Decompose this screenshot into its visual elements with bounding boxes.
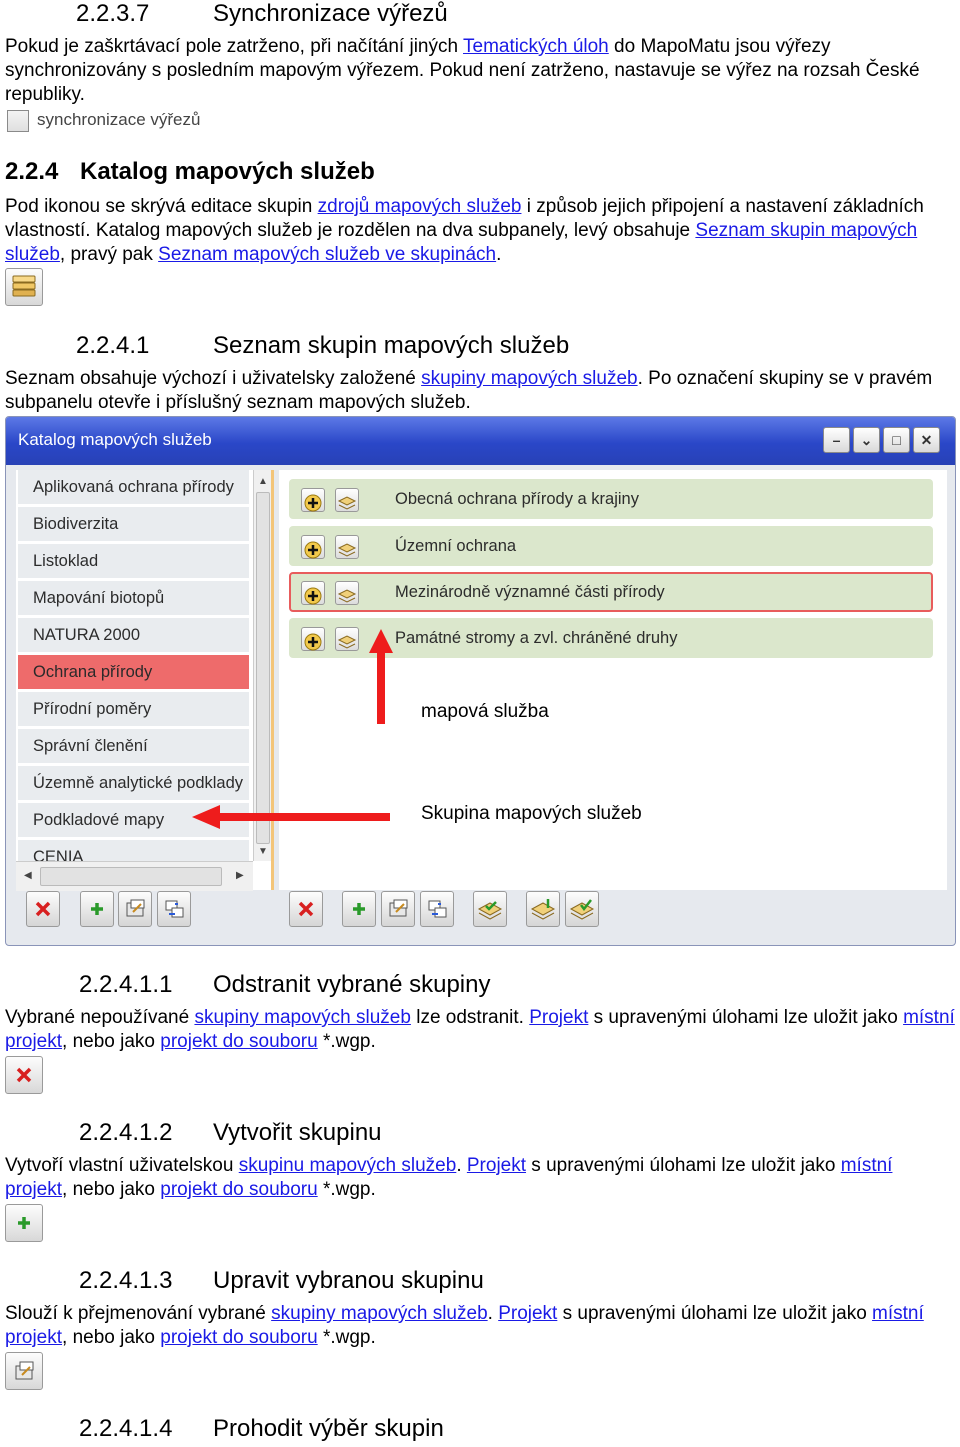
catalog-icon[interactable] [5,268,43,306]
paragraph-odstranit: Vybrané nepoužívané skupiny mapových slu… [5,1007,955,1052]
heading-title: Odstranit vybrané skupiny [213,971,491,998]
edit-icon[interactable] [5,1352,43,1390]
swap-groups-button[interactable] [157,891,191,927]
edit-service-button[interactable] [381,891,415,927]
paragraph-synchronizace: Pokud je zaškrtávací pole zatrženo, při … [5,36,920,105]
add-icon[interactable] [5,1204,43,1242]
heading-number: 2.2.4.1.1 [79,971,173,998]
annotation-service: mapová služba [421,701,549,722]
heading-title: Synchronizace výřezů [213,0,448,27]
heading-number: 2.2.4.1.2 [79,1119,173,1146]
arrow-left-head [192,805,220,829]
add-service-button[interactable] [342,891,376,927]
heading-number: 2.2.4 [5,158,59,185]
heading-katalog: 2.2.4 Katalog mapových služeb [5,158,375,186]
swap-services-button[interactable] [420,891,454,927]
arrow-up-shaft [377,647,385,724]
heading-number: 2.2.4.1.3 [79,1267,173,1294]
link-projekt-do-souboru[interactable]: projekt do souboru [160,1031,317,1052]
link-skupinu[interactable]: skupinu mapových služeb [239,1155,457,1176]
paragraph-katalog: Pod ikonou se skrývá editace skupin zdro… [5,196,924,265]
link-skupiny[interactable]: skupiny mapových služeb [421,368,638,389]
link-skupiny[interactable]: skupiny mapových služeb [271,1303,488,1324]
layer-apply-button[interactable] [565,891,599,927]
link-zdroje[interactable]: zdrojů mapových služeb [318,196,522,217]
link-skupiny[interactable]: skupiny mapových služeb [194,1007,411,1028]
layer-check-button[interactable] [473,891,507,927]
link-projekt-do-souboru[interactable]: projekt do souboru [160,1179,317,1200]
annotation-group: Skupina mapových služeb [421,803,642,824]
paragraph-seznam-skupin: Seznam obsahuje výchozí i uživatelsky za… [5,368,933,413]
sync-checkbox[interactable] [7,110,29,132]
delete-icon[interactable] [5,1056,43,1094]
heading-title: Upravit vybranou skupinu [213,1267,484,1294]
link-tematicke-ulohy[interactable]: Tematických úloh [463,36,609,57]
arrow-left-shaft [216,813,390,821]
delete-service-button[interactable] [289,891,323,927]
heading-title: Katalog mapových služeb [80,158,375,185]
link-projekt[interactable]: Projekt [529,1007,588,1028]
arrow-up-head [369,629,393,653]
annotation-arrows [192,629,393,829]
heading-number: 2.2.3.7 [76,0,150,27]
heading-number: 2.2.4.1.4 [79,1415,173,1442]
paragraph-vytvorit: Vytvoří vlastní uživatelskou skupinu map… [5,1155,893,1200]
delete-group-button[interactable] [26,891,60,927]
link-seznam-sluzeb[interactable]: Seznam mapových služeb ve skupinách [158,244,496,265]
link-projekt[interactable]: Projekt [467,1155,526,1176]
heading-title: Vytvořit skupinu [213,1119,382,1146]
link-projekt[interactable]: Projekt [498,1303,557,1324]
add-group-button[interactable] [80,891,114,927]
sync-checkbox-label: synchronizace výřezů [37,110,201,129]
link-projekt-do-souboru[interactable]: projekt do souboru [160,1327,317,1348]
heading-title: Prohodit výběr skupin [213,1415,444,1442]
paragraph-upravit: Slouží k přejmenování vybrané skupiny ma… [5,1303,924,1348]
layer-down-button[interactable] [526,891,560,927]
heading-title: Seznam skupin mapových služeb [213,332,570,359]
edit-group-button[interactable] [118,891,152,927]
heading-number: 2.2.4.1 [76,332,150,359]
catalog-window: Katalog mapových služeb – ⌄ □ ✕ Aplikova… [5,416,956,946]
